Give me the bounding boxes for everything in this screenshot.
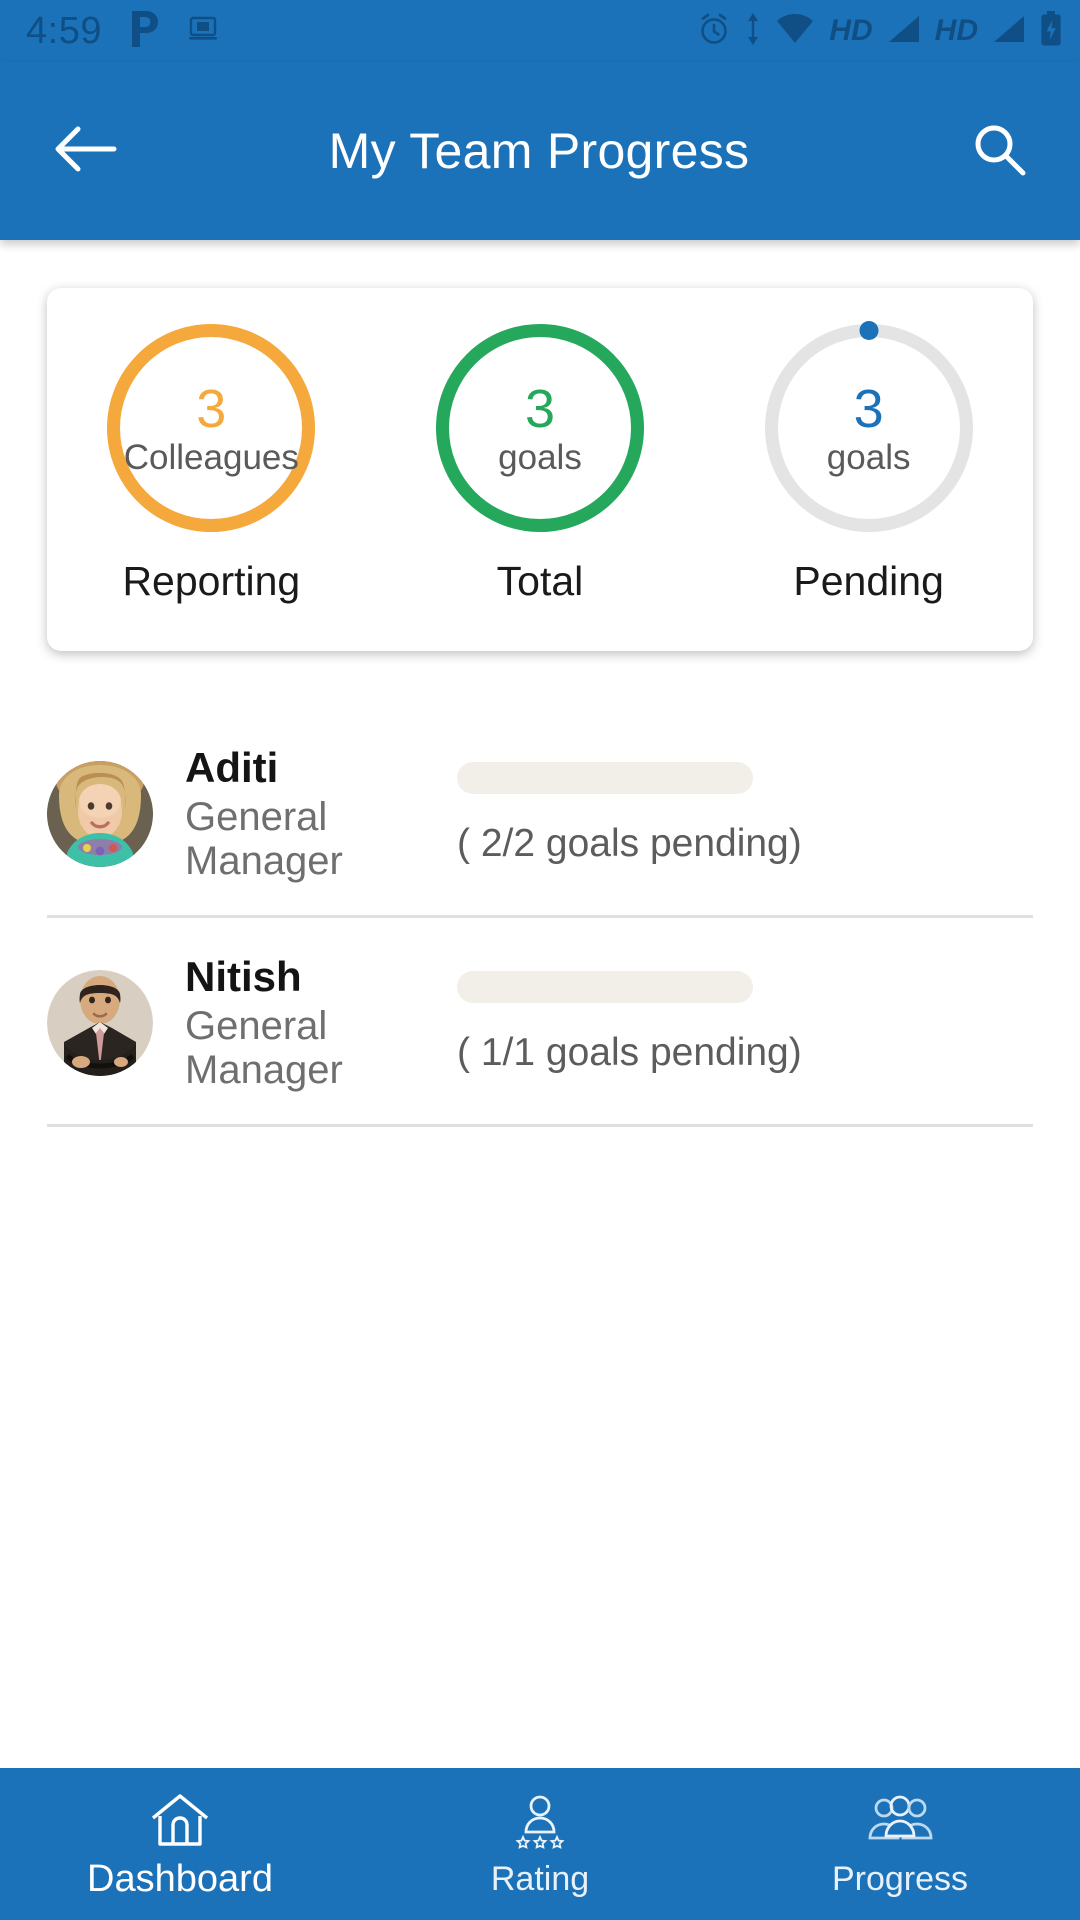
table-row[interactable]: Aditi General Manager ( 2/2 goals pendin…	[0, 709, 1080, 918]
search-button[interactable]	[962, 114, 1036, 188]
alarm-icon	[697, 12, 731, 51]
ring-total-content: 3 goals	[498, 381, 582, 475]
stat-value: 3	[524, 379, 555, 440]
person-stars-icon	[509, 1792, 571, 1854]
back-button[interactable]	[48, 114, 122, 188]
bottom-navigation: Dashboard Rating Progress	[0, 1768, 1080, 1920]
table-row[interactable]: Nitish General Manager ( 1/1 goals pendi…	[0, 918, 1080, 1127]
people-group-icon	[867, 1792, 933, 1854]
avatar	[47, 969, 153, 1076]
arrow-left-icon	[52, 123, 118, 180]
battery-charging-icon	[1040, 10, 1062, 52]
member-progress: ( 2/2 goals pending)	[453, 761, 1033, 866]
progress-caption: ( 2/2 goals pending)	[457, 821, 802, 865]
ring-reporting: 3 Colleagues	[107, 324, 316, 532]
progress-bar	[457, 761, 753, 794]
stat-value: 3	[853, 379, 884, 440]
stat-label: Total	[496, 558, 584, 604]
nav-label: Rating	[490, 1860, 590, 1898]
ring-progress-dot-icon	[859, 321, 879, 340]
stat-total[interactable]: 3 goals Total	[395, 324, 685, 605]
stat-unit: goals	[826, 437, 911, 477]
wifi-icon	[775, 12, 815, 51]
status-bar-left: 4:59	[26, 9, 218, 54]
main-content: 3 Colleagues Reporting 3 goals Total 3 g…	[0, 240, 1080, 1768]
summary-card: 3 Colleagues Reporting 3 goals Total 3 g…	[47, 288, 1033, 651]
ring-pending-content: 3 goals	[827, 381, 911, 475]
ring-pending: 3 goals	[764, 321, 973, 532]
member-name: Aditi	[185, 744, 279, 792]
stat-reporting[interactable]: 3 Colleagues Reporting	[66, 324, 356, 605]
stat-unit: Colleagues	[123, 437, 299, 477]
stat-value: 3	[196, 379, 227, 440]
hd-badge-2: HD	[934, 14, 978, 47]
progress-bar	[457, 970, 753, 1003]
status-bar: 4:59 HD HD	[0, 0, 1080, 62]
hd-badge: HD	[829, 14, 873, 47]
home-icon	[149, 1790, 211, 1852]
nav-item-rating[interactable]: Rating	[360, 1768, 720, 1920]
avatar	[47, 760, 153, 867]
team-member-list: Aditi General Manager ( 2/2 goals pendin…	[0, 709, 1080, 1127]
signal-icon	[887, 14, 921, 49]
pandora-p-icon	[128, 9, 162, 54]
status-time: 4:59	[26, 10, 102, 52]
status-bar-right: HD HD	[697, 10, 1062, 52]
member-role: General Manager	[185, 1004, 343, 1092]
member-name: Nitish	[185, 953, 302, 1001]
stat-pending[interactable]: 3 goals Pending	[724, 321, 1014, 605]
member-identity: Aditi General Manager	[185, 744, 453, 883]
nav-item-dashboard[interactable]: Dashboard	[0, 1768, 360, 1920]
member-identity: Nitish General Manager	[185, 953, 453, 1092]
nav-item-progress[interactable]: Progress	[720, 1768, 1080, 1920]
screencast-icon	[188, 16, 218, 47]
data-transfer-icon	[745, 12, 761, 51]
ring-reporting-content: 3 Colleagues	[124, 381, 299, 475]
nav-label: Progress	[831, 1860, 969, 1898]
app-screen: 4:59 HD HD My Team Progress 3 Colleagues…	[0, 0, 1080, 1920]
app-bar: My Team Progress	[0, 62, 1080, 240]
stat-label: Reporting	[122, 558, 301, 604]
ring-total: 3 goals	[435, 324, 644, 532]
stat-unit: goals	[498, 437, 582, 477]
member-progress: ( 1/1 goals pending)	[453, 970, 1033, 1075]
nav-label: Dashboard	[87, 1858, 273, 1900]
progress-caption: ( 1/1 goals pending)	[457, 1030, 802, 1074]
search-icon	[969, 119, 1029, 184]
signal-icon-2	[992, 14, 1026, 49]
member-role: General Manager	[185, 795, 343, 883]
stat-label: Pending	[793, 558, 944, 604]
page-title: My Team Progress	[328, 123, 750, 179]
